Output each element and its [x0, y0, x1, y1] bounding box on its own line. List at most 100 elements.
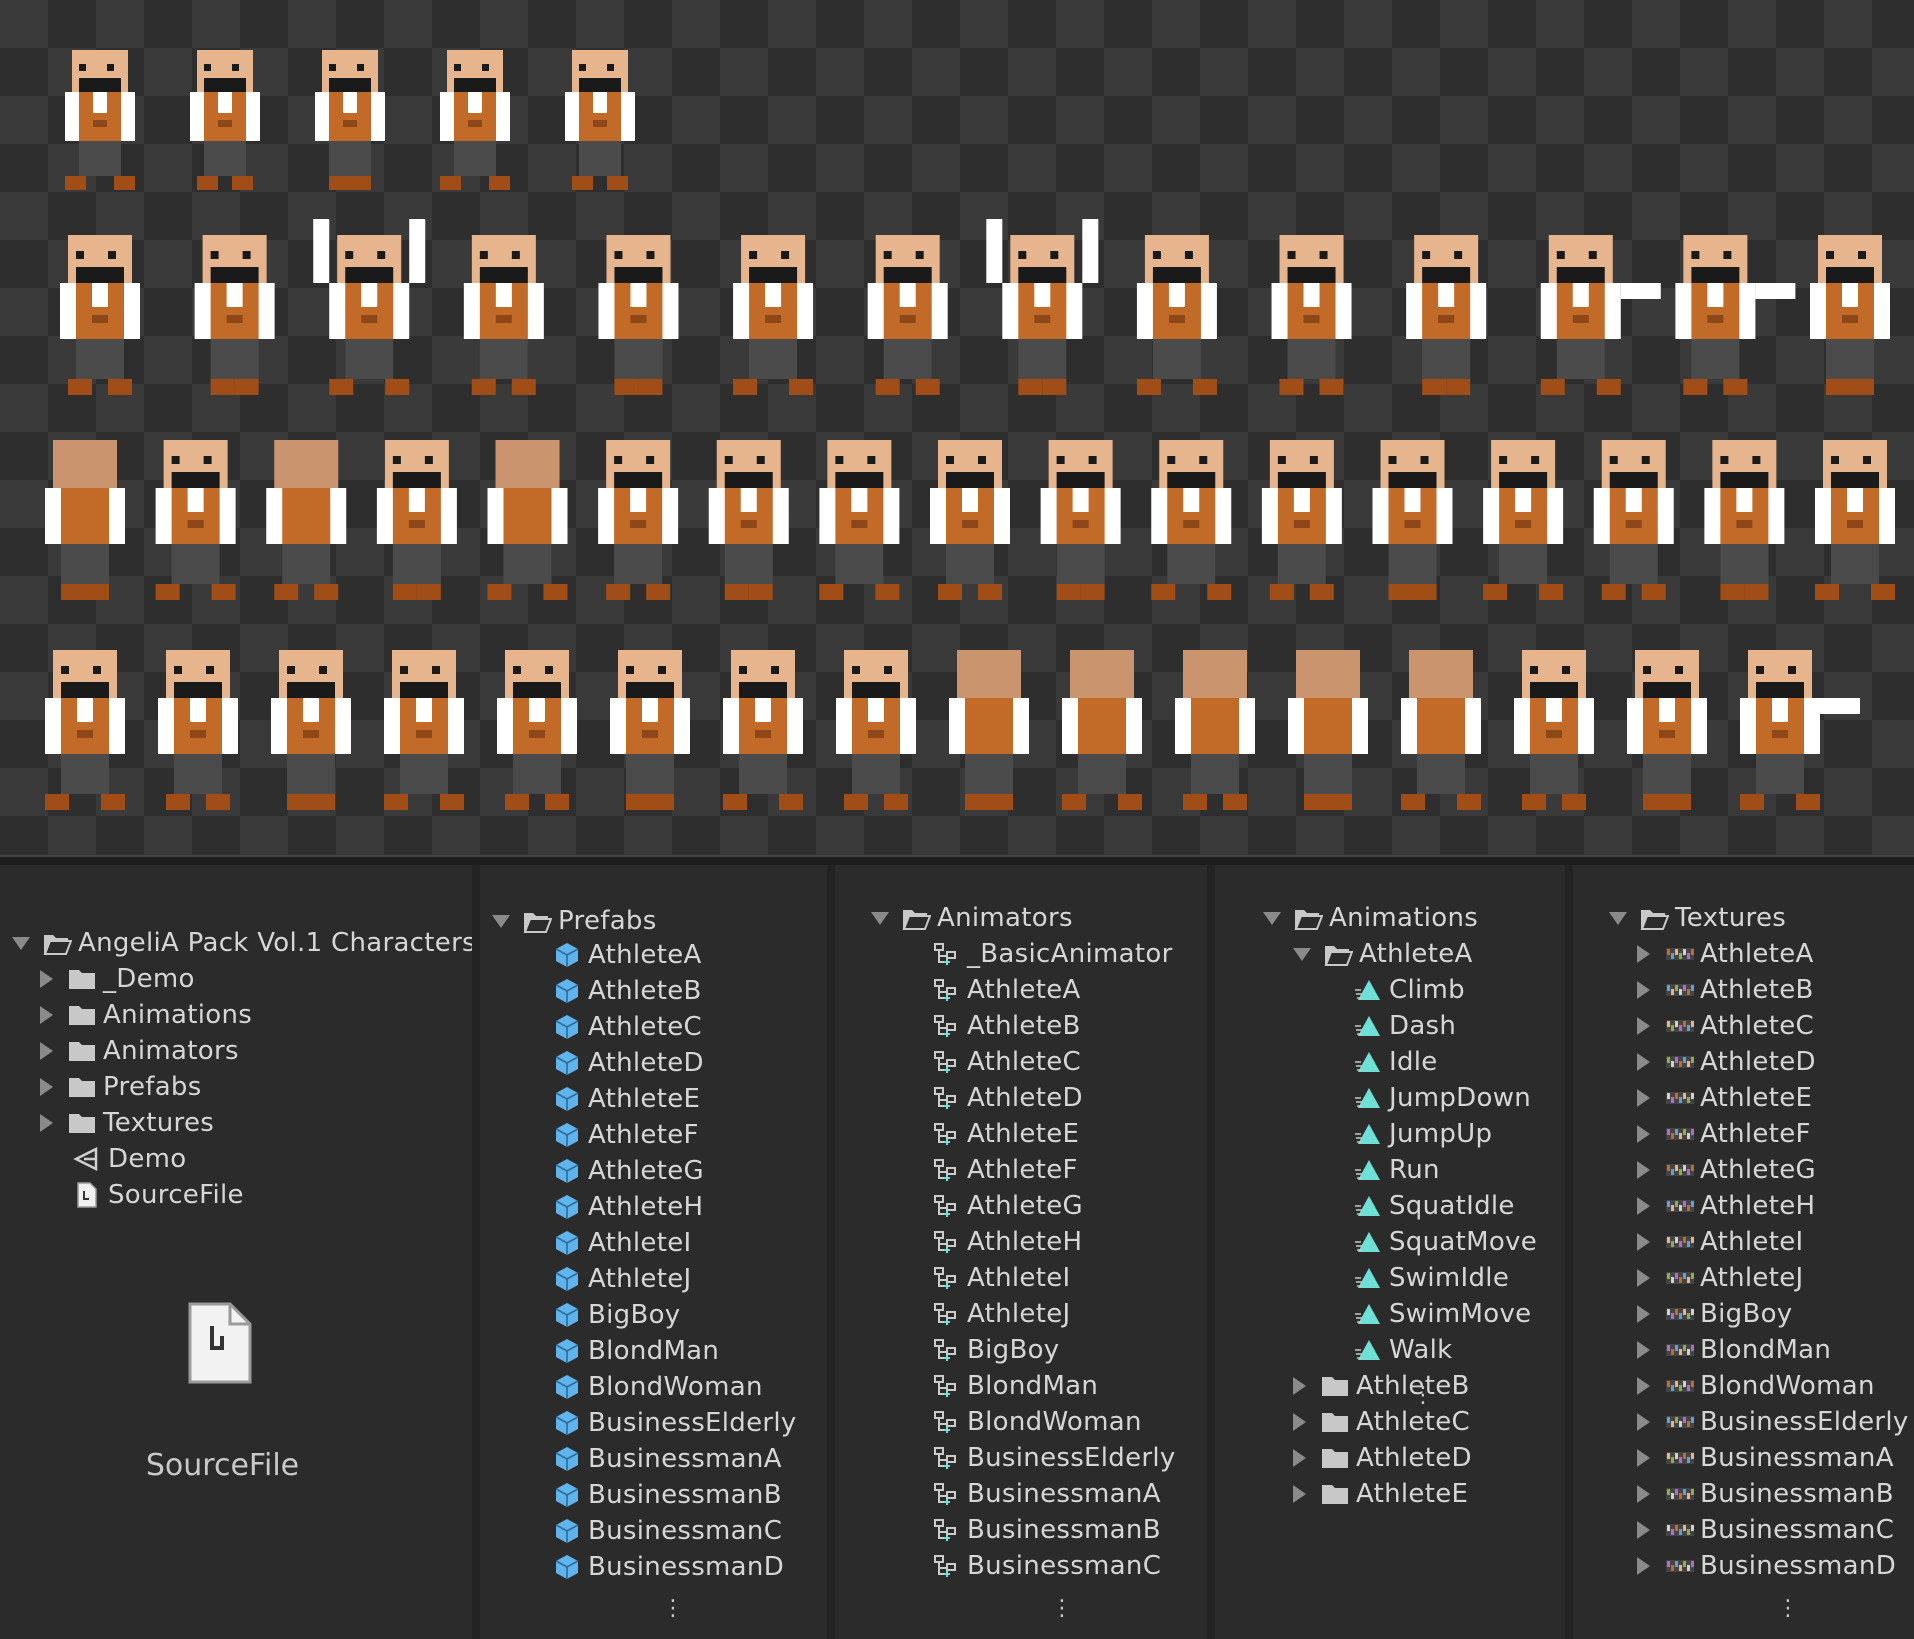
collapse-arrow-icon[interactable]: [1637, 1053, 1650, 1071]
animator-item[interactable]: BusinessElderly: [931, 1440, 1176, 1476]
animators-header[interactable]: Animators: [871, 900, 1073, 936]
more-icon[interactable]: ⋮: [662, 1598, 684, 1620]
collapse-arrow-icon[interactable]: [1637, 1521, 1650, 1539]
animator-item[interactable]: AthleteD: [931, 1080, 1083, 1116]
texture-item[interactable]: BusinessmanB: [1637, 1476, 1894, 1512]
texture-item[interactable]: AthleteA: [1637, 936, 1814, 972]
tree-item[interactable]: Prefabs: [40, 1069, 202, 1105]
tree-root[interactable]: AngeliA Pack Vol.1 Characters: [12, 925, 472, 961]
texture-item[interactable]: AthleteJ: [1637, 1260, 1803, 1296]
collapse-arrow-icon[interactable]: [1637, 1341, 1650, 1359]
animator-item[interactable]: BusinessmanB: [931, 1512, 1161, 1548]
texture-item[interactable]: AthleteH: [1637, 1188, 1815, 1224]
collapse-arrow-icon[interactable]: [1637, 1089, 1650, 1107]
prefab-item[interactable]: BigBoy: [552, 1297, 681, 1333]
tree-item[interactable]: Textures: [40, 1105, 214, 1141]
animation-clip-item[interactable]: SquatMove: [1353, 1224, 1537, 1260]
tree-item[interactable]: Animators: [40, 1033, 239, 1069]
more-icon[interactable]: ⋮: [1051, 1598, 1073, 1620]
collapse-arrow-icon[interactable]: [1637, 945, 1650, 963]
animation-clip-item[interactable]: Dash: [1353, 1008, 1456, 1044]
collapse-arrow-icon[interactable]: [1637, 1557, 1650, 1575]
animator-item[interactable]: AthleteJ: [931, 1296, 1070, 1332]
texture-item[interactable]: BusinessmanC: [1637, 1512, 1894, 1548]
prefabs-header[interactable]: Prefabs: [492, 903, 657, 939]
prefab-item[interactable]: AthleteF: [552, 1117, 699, 1153]
texture-item[interactable]: AthleteF: [1637, 1116, 1811, 1152]
collapse-arrow-icon[interactable]: [1637, 1485, 1650, 1503]
animation-clip-item[interactable]: SquatIdle: [1353, 1188, 1515, 1224]
texture-item[interactable]: AthleteE: [1637, 1080, 1812, 1116]
collapse-arrow-icon[interactable]: [40, 1078, 53, 1096]
animator-item[interactable]: BlondWoman: [931, 1404, 1142, 1440]
animator-item[interactable]: _BasicAnimator: [931, 936, 1173, 972]
textures-header[interactable]: Textures: [1609, 900, 1786, 936]
animator-item[interactable]: AthleteG: [931, 1188, 1083, 1224]
animator-item[interactable]: AthleteI: [931, 1260, 1070, 1296]
collapse-arrow-icon[interactable]: [1637, 1305, 1650, 1323]
animator-item[interactable]: BusinessmanA: [931, 1476, 1161, 1512]
collapse-arrow-icon[interactable]: [1637, 1377, 1650, 1395]
animator-item[interactable]: AthleteE: [931, 1116, 1079, 1152]
texture-item[interactable]: AthleteD: [1637, 1044, 1816, 1080]
collapse-arrow-icon[interactable]: [1637, 981, 1650, 999]
animation-folder-item[interactable]: AthleteC: [1293, 1404, 1470, 1440]
collapse-arrow-icon[interactable]: [1637, 1017, 1650, 1035]
expand-arrow-icon[interactable]: [1293, 947, 1311, 961]
prefab-item[interactable]: BusinessmanA: [552, 1441, 782, 1477]
animation-clip-item[interactable]: Run: [1353, 1152, 1440, 1188]
expand-arrow-icon[interactable]: [871, 911, 889, 925]
texture-item[interactable]: AthleteC: [1637, 1008, 1814, 1044]
collapse-arrow-icon[interactable]: [1637, 1197, 1650, 1215]
animator-item[interactable]: BigBoy: [931, 1332, 1060, 1368]
prefab-item[interactable]: AthleteG: [552, 1153, 704, 1189]
animation-clip-item[interactable]: Walk: [1353, 1332, 1452, 1368]
prefab-item[interactable]: AthleteI: [552, 1225, 691, 1261]
prefab-item[interactable]: AthleteB: [552, 973, 702, 1009]
collapse-arrow-icon[interactable]: [1293, 1377, 1306, 1395]
prefab-item[interactable]: AthleteD: [552, 1045, 704, 1081]
animator-item[interactable]: BusinessmanC: [931, 1548, 1161, 1584]
tree-item[interactable]: Animations: [40, 997, 252, 1033]
expand-arrow-icon[interactable]: [12, 936, 30, 950]
collapse-arrow-icon[interactable]: [1637, 1125, 1650, 1143]
animation-clip-item[interactable]: Climb: [1353, 972, 1465, 1008]
animator-item[interactable]: AthleteC: [931, 1044, 1081, 1080]
prefab-item[interactable]: BusinessElderly: [552, 1405, 797, 1441]
collapse-arrow-icon[interactable]: [1293, 1449, 1306, 1467]
animation-clip-item[interactable]: SwimIdle: [1353, 1260, 1509, 1296]
texture-item[interactable]: BusinessmanD: [1637, 1548, 1896, 1584]
prefab-item[interactable]: AthleteC: [552, 1009, 702, 1045]
animations-header[interactable]: Animations: [1263, 900, 1478, 936]
texture-item[interactable]: AthleteB: [1637, 972, 1814, 1008]
animations-folder-expanded[interactable]: AthleteA: [1293, 936, 1473, 972]
animation-folder-item[interactable]: AthleteE: [1293, 1476, 1468, 1512]
collapse-arrow-icon[interactable]: [1637, 1269, 1650, 1287]
animation-folder-item[interactable]: AthleteD: [1293, 1440, 1472, 1476]
animation-clip-item[interactable]: Idle: [1353, 1044, 1438, 1080]
animator-item[interactable]: AthleteH: [931, 1224, 1082, 1260]
collapse-arrow-icon[interactable]: [40, 1006, 53, 1024]
animation-clip-item[interactable]: JumpDown: [1353, 1080, 1531, 1116]
animator-item[interactable]: AthleteF: [931, 1152, 1078, 1188]
prefab-item[interactable]: BusinessmanC: [552, 1513, 782, 1549]
prefab-item[interactable]: BusinessmanB: [552, 1477, 782, 1513]
tree-item[interactable]: _Demo: [40, 961, 195, 997]
collapse-arrow-icon[interactable]: [1637, 1233, 1650, 1251]
expand-arrow-icon[interactable]: [1609, 911, 1627, 925]
animation-clip-item[interactable]: JumpUp: [1353, 1116, 1492, 1152]
collapse-arrow-icon[interactable]: [1637, 1413, 1650, 1431]
animator-item[interactable]: AthleteA: [931, 972, 1081, 1008]
collapse-arrow-icon[interactable]: [1637, 1161, 1650, 1179]
more-icon[interactable]: ⋮: [1777, 1598, 1799, 1620]
animator-item[interactable]: AthleteB: [931, 1008, 1081, 1044]
prefab-item[interactable]: AthleteA: [552, 937, 702, 973]
animator-item[interactable]: BlondMan: [931, 1368, 1098, 1404]
texture-item[interactable]: BlondWoman: [1637, 1368, 1875, 1404]
prefab-item[interactable]: BlondWoman: [552, 1369, 763, 1405]
collapse-arrow-icon[interactable]: [40, 970, 53, 988]
collapse-arrow-icon[interactable]: [1637, 1449, 1650, 1467]
prefab-item[interactable]: AthleteJ: [552, 1261, 691, 1297]
collapse-arrow-icon[interactable]: [40, 1114, 53, 1132]
texture-item[interactable]: BlondMan: [1637, 1332, 1831, 1368]
